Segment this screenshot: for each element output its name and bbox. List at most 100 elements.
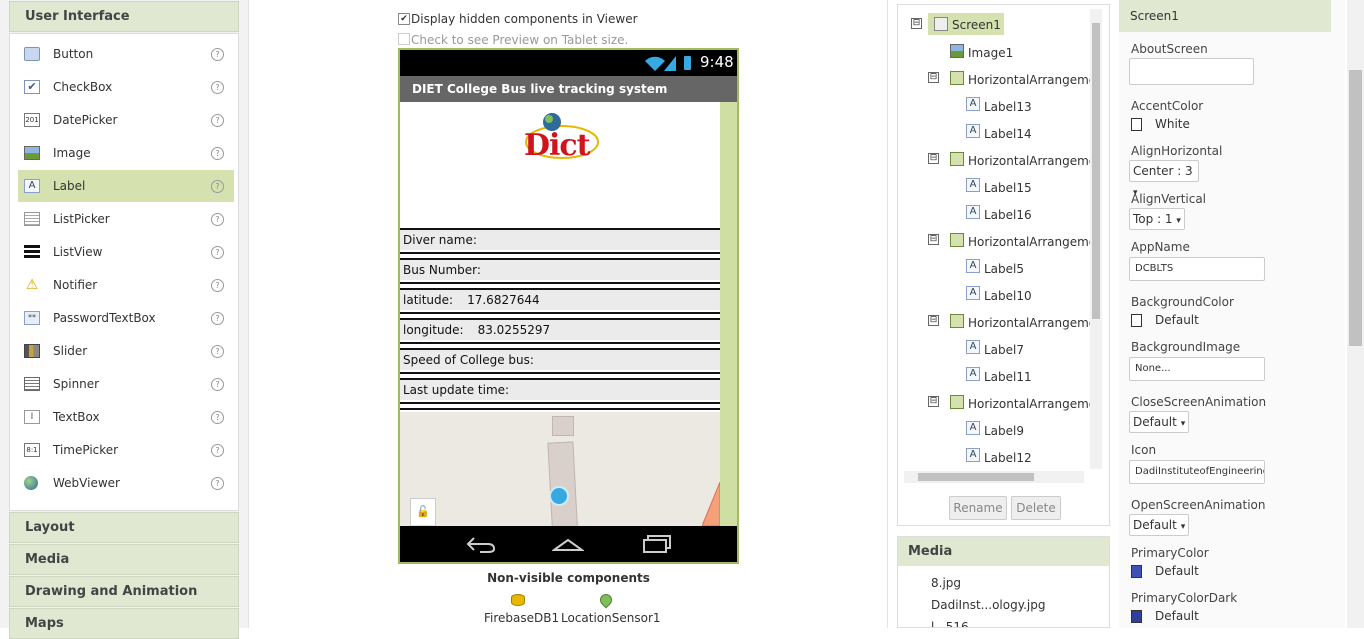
firebase-component[interactable]: FirebaseDB1 (484, 611, 559, 625)
help-icon[interactable]: ? (211, 345, 224, 358)
app-name-input[interactable]: DCBLTS (1129, 257, 1265, 281)
tree-node-horizontal-arrangement[interactable]: HorizontalArrangement (968, 233, 1092, 251)
scroll-thumb[interactable] (918, 473, 1034, 481)
arrangement-icon (950, 314, 964, 328)
help-icon[interactable]: ? (211, 48, 224, 61)
icon-input[interactable]: DadiInstituteofEngineeringa (1129, 460, 1265, 484)
palette-header-user-interface[interactable]: User Interface (9, 1, 239, 32)
delete-button[interactable]: Delete (1011, 496, 1061, 520)
tree-node-label14[interactable]: Label14 (984, 125, 1032, 143)
palette-item-notifier[interactable]: ⚠ Notifier ? (18, 269, 234, 301)
help-icon[interactable]: ? (211, 81, 224, 94)
tree-node-horizontal-arrangement[interactable]: HorizontalArrangement (968, 314, 1092, 332)
background-color-swatch[interactable] (1131, 314, 1142, 327)
map-view[interactable]: 🔓 ⌖ ↺ (400, 412, 720, 562)
primary-color-dark-swatch[interactable] (1131, 610, 1142, 623)
slider-icon (24, 344, 40, 358)
palette-item-passwordtextbox[interactable]: ** PasswordTextBox ? (18, 302, 234, 334)
tree-node-label5[interactable]: Label5 (984, 260, 1024, 278)
lock-icon[interactable]: 🔓 (411, 499, 435, 525)
screen-icon (934, 17, 948, 31)
palette-section-media[interactable]: Media (9, 544, 239, 575)
tree-node-label12[interactable]: Label12 (984, 449, 1032, 467)
college-logo[interactable]: Dict (520, 112, 600, 164)
collapse-icon[interactable]: ⊟ (911, 18, 922, 29)
tree-node-label11[interactable]: Label11 (984, 368, 1032, 386)
help-icon[interactable]: ? (211, 246, 224, 259)
palette-item-button[interactable]: Button ? (18, 38, 234, 70)
tree-vertical-scrollbar[interactable] (1090, 9, 1102, 469)
collapse-icon[interactable]: ⊟ (928, 234, 939, 245)
primary-color-swatch[interactable] (1131, 565, 1142, 578)
collapse-icon[interactable]: ⊟ (928, 153, 939, 164)
palette-item-webviewer[interactable]: WebViewer ? (18, 467, 234, 499)
scroll-thumb[interactable] (1092, 23, 1100, 319)
scroll-thumb[interactable] (1349, 70, 1362, 346)
tablet-preview-checkbox[interactable] (398, 33, 410, 45)
rename-button[interactable]: Rename (949, 496, 1007, 520)
help-icon[interactable]: ? (211, 378, 224, 391)
help-icon[interactable]: ? (211, 444, 224, 457)
help-icon[interactable]: ? (211, 114, 224, 127)
about-screen-input[interactable] (1129, 58, 1254, 85)
primary-color-value[interactable]: Default (1155, 564, 1199, 578)
tree-node-label10[interactable]: Label10 (984, 287, 1032, 305)
background-color-value[interactable]: Default (1155, 313, 1199, 327)
tree-node-image1[interactable]: Image1 (968, 44, 1013, 62)
collapse-icon[interactable]: ⊟ (928, 396, 939, 407)
palette-item-datepicker[interactable]: 201 DatePicker ? (18, 104, 234, 136)
align-vertical-select[interactable]: Top : 1 ▾ (1129, 208, 1185, 230)
help-icon[interactable]: ? (211, 279, 224, 292)
palette-item-label[interactable]: A Label ? (18, 170, 234, 202)
media-file[interactable]: DadiInst...ology.jpg (931, 598, 1046, 612)
palette-item-spinner[interactable]: Spinner ? (18, 368, 234, 400)
checkbox-icon: ✔ (24, 80, 40, 94)
palette-item-slider[interactable]: Slider ? (18, 335, 234, 367)
recents-icon[interactable] (642, 534, 674, 554)
tree-node-horizontal-arrangement[interactable]: HorizontalArrangement (968, 395, 1092, 413)
display-hidden-checkbox[interactable]: ✔ (398, 13, 410, 25)
palette-section-drawing-animation[interactable]: Drawing and Animation (9, 576, 239, 607)
palette-item-image[interactable]: Image ? (18, 137, 234, 169)
datepicker-icon: 201 (24, 113, 40, 127)
accent-color-swatch[interactable] (1131, 118, 1142, 131)
help-icon[interactable]: ? (211, 213, 224, 226)
help-icon[interactable]: ? (211, 147, 224, 160)
media-file[interactable]: l...516... (931, 620, 980, 627)
palette-section-layout[interactable]: Layout (9, 512, 239, 543)
palette-item-checkbox[interactable]: ✔ CheckBox ? (18, 71, 234, 103)
tree-node-horizontal-arrangement[interactable]: HorizontalArrangement (968, 71, 1092, 89)
database-icon[interactable] (511, 594, 525, 606)
media-file[interactable]: 8.jpg (931, 576, 961, 590)
tree-node-label16[interactable]: Label16 (984, 206, 1032, 224)
tree-node-label7[interactable]: Label7 (984, 341, 1024, 359)
tree-horizontal-scrollbar[interactable] (904, 471, 1084, 483)
palette-item-listpicker[interactable]: ListPicker ? (18, 203, 234, 235)
tree-node-screen1[interactable]: Screen1 (952, 16, 1001, 34)
help-icon[interactable]: ? (211, 180, 224, 193)
tree-node-horizontal-arrangement[interactable]: HorizontalArrangement (968, 152, 1092, 170)
tree-node-label13[interactable]: Label13 (984, 98, 1032, 116)
palette-item-timepicker[interactable]: 8:1 TimePicker ? (18, 434, 234, 466)
palette-item-textbox[interactable]: I TextBox ? (18, 401, 234, 433)
tree-node-label15[interactable]: Label15 (984, 179, 1032, 197)
help-icon[interactable]: ? (211, 312, 224, 325)
page-vertical-scrollbar[interactable] (1347, 0, 1364, 628)
tree-node-label9[interactable]: Label9 (984, 422, 1024, 440)
accent-color-value[interactable]: White (1155, 117, 1190, 131)
palette-item-listview[interactable]: ListView ? (18, 236, 234, 268)
collapse-icon[interactable]: ⊟ (928, 72, 939, 83)
primary-color-dark-value[interactable]: Default (1155, 609, 1199, 623)
location-marker-icon[interactable] (549, 486, 569, 506)
collapse-icon[interactable]: ⊟ (928, 315, 939, 326)
back-icon[interactable] (466, 534, 496, 554)
open-screen-animation-select[interactable]: Default ▾ (1129, 514, 1189, 536)
location-sensor-component[interactable]: LocationSensor1 (561, 611, 661, 625)
palette-section-maps[interactable]: Maps (9, 608, 239, 639)
close-screen-animation-select[interactable]: Default ▾ (1129, 411, 1189, 433)
background-image-input[interactable]: None... (1129, 357, 1265, 381)
align-horizontal-select[interactable]: Center : 3 ▾ (1129, 160, 1199, 198)
home-icon[interactable] (552, 534, 584, 554)
help-icon[interactable]: ? (211, 411, 224, 424)
help-icon[interactable]: ? (211, 477, 224, 490)
